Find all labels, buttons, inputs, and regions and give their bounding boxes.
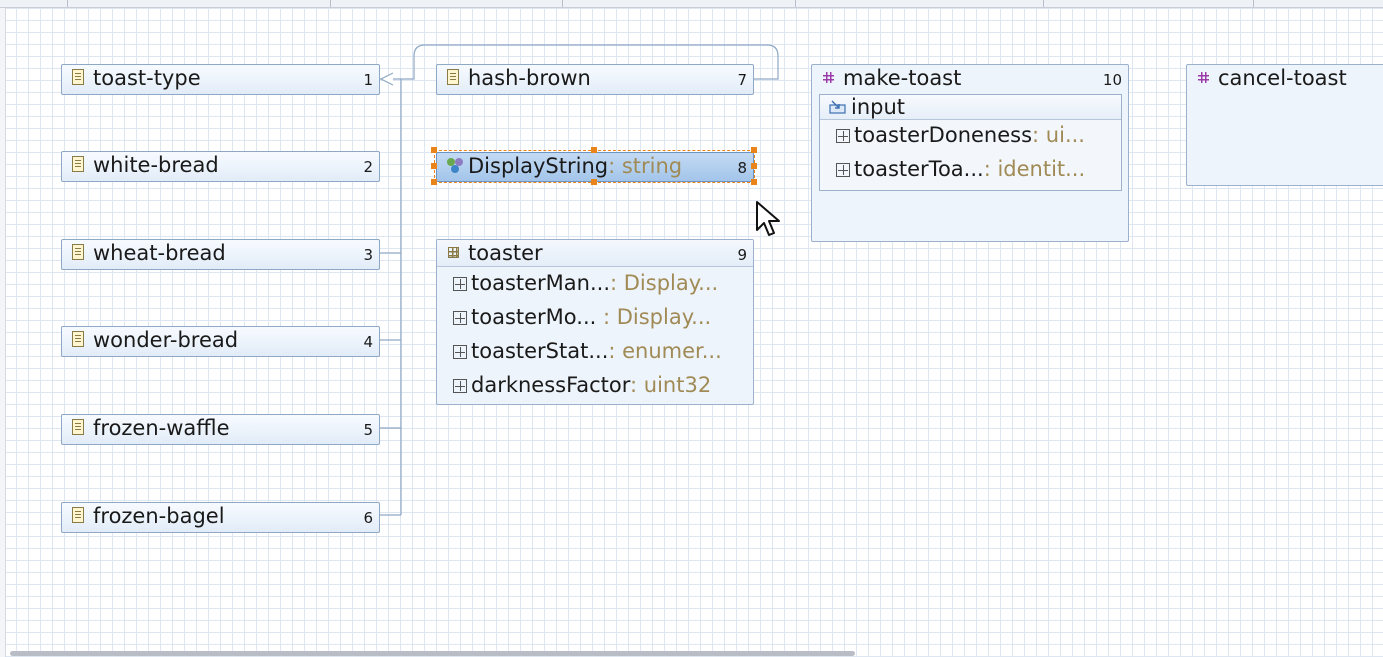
container-field[interactable]: toasterMan...: Display... xyxy=(453,268,718,298)
rpc-title: make-toast xyxy=(843,66,962,90)
document-icon xyxy=(72,507,84,523)
resize-handle-ne[interactable] xyxy=(751,147,757,153)
leaf-plus-icon xyxy=(453,345,467,359)
leaf-plus-icon xyxy=(836,163,850,177)
rpc-title: cancel-toast xyxy=(1218,66,1347,90)
input-field[interactable]: toasterDoneness: ui... xyxy=(836,120,1085,150)
resize-handle-sw[interactable] xyxy=(431,179,437,185)
input-header: input xyxy=(820,95,1121,120)
identity-node-wheat-bread[interactable]: wheat-bread 3 xyxy=(61,239,380,270)
rpc-node-make-toast[interactable]: make-toast 10 input toasterDoneness: ui.… xyxy=(811,64,1129,242)
resize-handle-nw[interactable] xyxy=(431,147,437,153)
node-number: 9 xyxy=(737,246,747,264)
resize-handle-e[interactable] xyxy=(751,163,757,169)
identity-node-hash-brown[interactable]: hash-brown 7 xyxy=(436,64,754,95)
resize-handle-se[interactable] xyxy=(751,179,757,185)
node-label: wonder-bread xyxy=(93,328,239,352)
identity-node-white-bread[interactable]: white-bread 2 xyxy=(61,151,380,182)
node-number: 5 xyxy=(363,421,373,439)
leaf-plus-icon xyxy=(836,129,850,143)
document-icon xyxy=(447,69,459,85)
input-field[interactable]: toasterToa...: identit... xyxy=(836,154,1085,184)
mouse-pointer-icon xyxy=(756,201,780,236)
node-label: frozen-waffle xyxy=(93,416,230,440)
identity-node-toast-type[interactable]: toast-type 1 xyxy=(61,64,380,95)
document-icon xyxy=(72,244,84,260)
node-label: wheat-bread xyxy=(93,241,226,265)
horizontal-scrollbar[interactable] xyxy=(10,651,855,656)
node-number: 7 xyxy=(737,71,747,89)
container-icon xyxy=(448,247,459,258)
leaf-plus-icon xyxy=(453,379,467,393)
identity-node-frozen-bagel[interactable]: frozen-bagel 6 xyxy=(61,502,380,533)
container-title: toaster xyxy=(468,241,543,265)
node-number: 4 xyxy=(363,333,373,351)
node-label: frozen-bagel xyxy=(93,504,225,528)
node-number: 6 xyxy=(363,509,373,527)
node-number: 3 xyxy=(363,246,373,264)
container-field[interactable]: toasterMo... : Display... xyxy=(453,302,711,332)
document-icon xyxy=(72,419,84,435)
leaf-plus-icon xyxy=(453,277,467,291)
container-field[interactable]: darknessFactor: uint32 xyxy=(453,370,711,400)
identity-node-wonder-bread[interactable]: wonder-bread 4 xyxy=(61,326,380,357)
rpc-input-box[interactable]: input toasterDoneness: ui... toasterToa.… xyxy=(819,94,1122,191)
node-label: toast-type xyxy=(93,66,201,90)
connector-arrowhead xyxy=(379,72,394,86)
input-label: input xyxy=(851,95,906,119)
resize-handle-w[interactable] xyxy=(431,163,437,169)
node-label: hash-brown xyxy=(468,66,591,90)
container-node-toaster[interactable]: toaster 9 toasterMan...: Display... toas… xyxy=(436,239,754,405)
container-field[interactable]: toasterStat...: enumer... xyxy=(453,336,722,366)
leaf-plus-icon xyxy=(453,311,467,325)
container-header: toaster 9 xyxy=(437,240,753,267)
node-number: 10 xyxy=(1102,71,1122,89)
rpc-icon xyxy=(823,72,834,83)
resize-handle-n[interactable] xyxy=(591,147,597,153)
resize-handle-s[interactable] xyxy=(591,179,597,185)
input-icon xyxy=(829,100,846,114)
rpc-icon xyxy=(1198,72,1209,83)
document-icon xyxy=(72,69,84,85)
document-icon xyxy=(72,156,84,172)
node-number: 2 xyxy=(363,158,373,176)
rpc-header: make-toast 10 xyxy=(812,65,1128,92)
document-icon xyxy=(72,331,84,347)
node-number: 1 xyxy=(363,71,373,89)
rpc-node-cancel-toast[interactable]: cancel-toast xyxy=(1186,64,1383,186)
rpc-header: cancel-toast xyxy=(1187,65,1383,91)
identity-node-frozen-waffle[interactable]: frozen-waffle 5 xyxy=(61,414,380,445)
node-label: white-bread xyxy=(93,153,219,177)
